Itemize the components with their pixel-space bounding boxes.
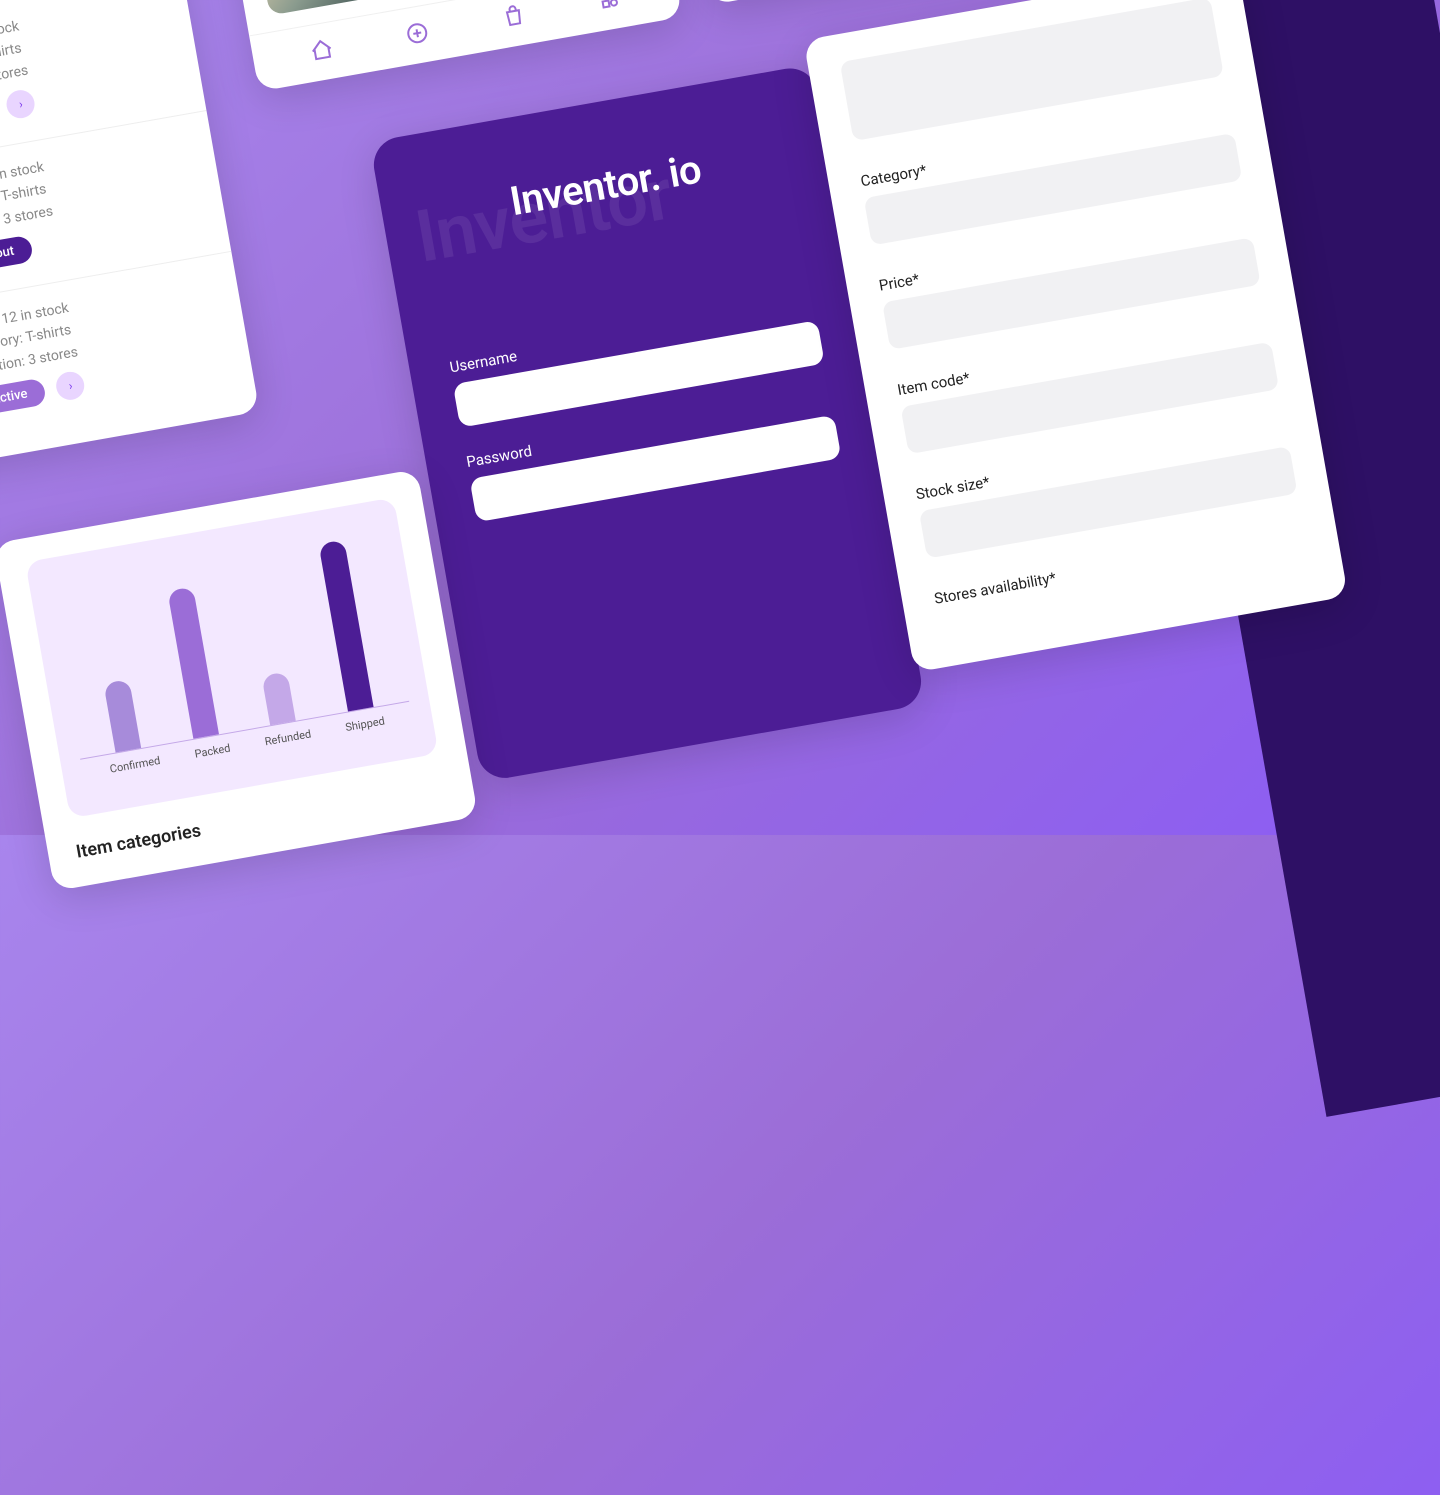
- location-image: [256, 0, 388, 16]
- chart-area: Confirmed Packed Refunded Shipped: [25, 497, 438, 818]
- chart-bar: [318, 540, 373, 712]
- add-icon[interactable]: [404, 19, 432, 47]
- shapes-icon[interactable]: [596, 0, 624, 13]
- home-icon[interactable]: [308, 36, 336, 64]
- chart-bar: [167, 587, 219, 739]
- products-card: Unisex T-Shirt Bl... Stock: 12 in stock …: [0, 0, 260, 486]
- status-badge: Active: [0, 378, 47, 417]
- chart-bar: [262, 671, 296, 725]
- chevron-right-icon[interactable]: ›: [54, 369, 86, 401]
- chart-label: Refunded: [264, 727, 312, 748]
- chevron-right-icon[interactable]: ›: [5, 88, 37, 120]
- status-badge: Sold out: [0, 235, 34, 276]
- chart-label: Confirmed: [109, 754, 161, 776]
- chart-label: Packed: [194, 742, 232, 761]
- chart-bar: [104, 679, 142, 752]
- chart-card: Confirmed Packed Refunded Shipped Item c…: [0, 469, 478, 891]
- chart-label: Shipped: [344, 714, 385, 734]
- locations-card: Leicester, UK: [210, 0, 682, 92]
- bag-icon[interactable]: [500, 2, 528, 30]
